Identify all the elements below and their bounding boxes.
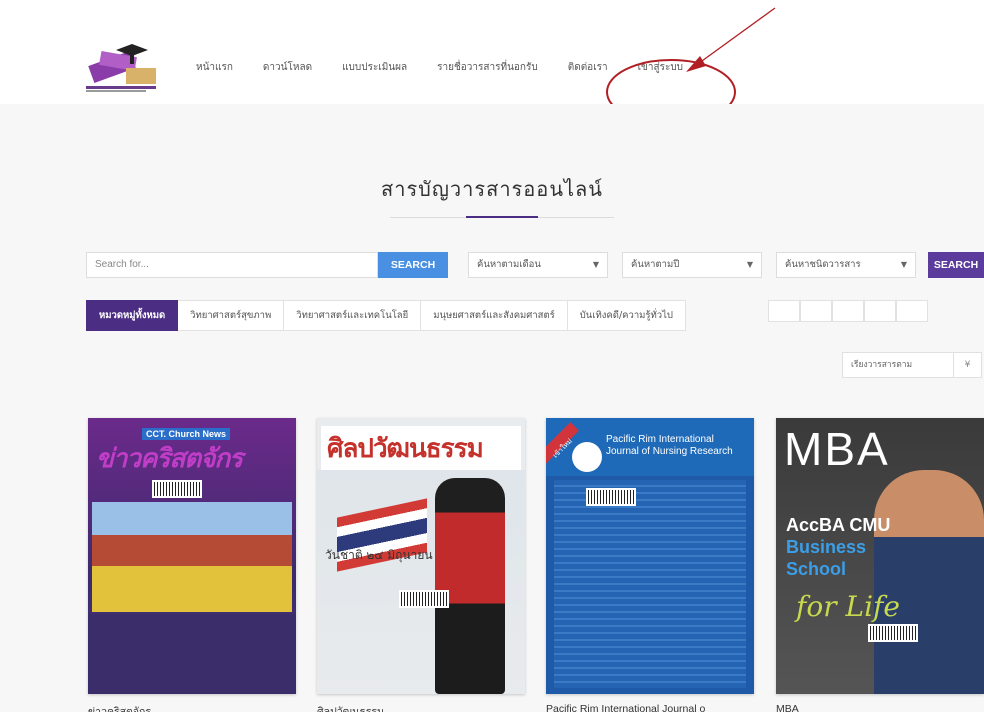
year-select[interactable]: ค้นหาตามปี ▼: [622, 252, 762, 278]
empty-tab: [832, 300, 864, 322]
cover-title: ศิลปวัฒนธรรม: [327, 434, 484, 464]
caret-down-icon: ▼: [592, 260, 599, 269]
journal-title[interactable]: ข่าวคริสตจักร: [88, 703, 296, 712]
cover-headline: AccBA CMU Business School: [786, 514, 890, 580]
tab-all-categories[interactable]: หมวดหมู่ทั้งหมด: [86, 300, 179, 331]
tab-science-technology[interactable]: วิทยาศาสตร์และเทคโนโลยี: [284, 300, 422, 331]
search-button[interactable]: SEARCH: [378, 252, 448, 278]
header: หน้าแรก ดาวน์โหลด แบบประเมินผล รายชื่อวา…: [0, 0, 984, 104]
cover-text: วันชาติ ๒๔ มิถุนายน: [325, 548, 433, 562]
journal-card[interactable]: Pacific Rim International Journal of Nur…: [546, 418, 754, 712]
caret-down-icon: ▼: [900, 260, 907, 269]
journal-cover[interactable]: MBA AccBA CMU Business School for Life: [776, 418, 984, 694]
cover-seal-icon: [572, 442, 602, 472]
journal-title[interactable]: ศิลปวัฒนธรรม: [317, 703, 525, 712]
journal-title[interactable]: MBA: [776, 703, 984, 712]
caret-down-icon: ▼: [746, 260, 753, 269]
journal-card[interactable]: CCT. Church News ข่าวคริสตจักร ข่าวคริสต…: [88, 418, 296, 712]
journal-card[interactable]: ศิลปวัฒนธรรม วันชาติ ๒๔ มิถุนายน ศิลปวัฒ…: [317, 418, 525, 712]
cover-photo: [92, 502, 292, 612]
filter-search-button[interactable]: SEARCH: [928, 252, 984, 278]
type-select-label: ค้นหาชนิดวารสาร: [785, 259, 861, 270]
sort-select[interactable]: เรียงวารสารตาม ¥: [842, 352, 982, 378]
tab-entertainment-general[interactable]: บันเทิงคดี/ความรู้ทั่วไป: [567, 300, 686, 331]
year-select-label: ค้นหาตามปี: [631, 259, 680, 270]
cover-title: Pacific Rim International Journal of Nur…: [606, 434, 733, 457]
empty-tab: [896, 300, 928, 322]
journal-cover[interactable]: Pacific Rim International Journal of Nur…: [546, 418, 754, 694]
nav-home[interactable]: หน้าแรก: [196, 60, 233, 75]
tab-health-science[interactable]: วิทยาศาสตร์สุขภาพ: [178, 300, 285, 331]
empty-tab: [800, 300, 832, 322]
nav-download[interactable]: ดาวน์โหลด: [263, 60, 312, 75]
empty-tab-slots: [768, 300, 928, 322]
cover-figure: [435, 478, 505, 694]
barcode-icon: [586, 488, 636, 506]
cover-line-2: Business: [786, 537, 867, 557]
journal-cover[interactable]: CCT. Church News ข่าวคริสตจักร: [88, 418, 296, 694]
journal-card[interactable]: MBA AccBA CMU Business School for Life M…: [776, 418, 984, 712]
cover-title-box: ศิลปวัฒนธรรม: [321, 426, 521, 470]
journal-title[interactable]: Pacific Rim International Journal o: [546, 703, 754, 712]
cover-line-3: School: [786, 559, 847, 579]
cover-title: MBA: [784, 423, 890, 475]
site-logo[interactable]: [86, 40, 172, 94]
title-accent-underline: [466, 216, 538, 218]
category-tabs: หมวดหมู่ทั้งหมด วิทยาศาสตร์สุขภาพ วิทยาศ…: [86, 300, 686, 331]
cover-bottom: [88, 614, 296, 694]
search-input[interactable]: Search for...: [86, 252, 378, 278]
month-select[interactable]: ค้นหาตามเดือน ▼: [468, 252, 608, 278]
page-title: สารบัญวารสารออนไลน์: [381, 177, 603, 201]
journal-cover[interactable]: ศิลปวัฒนธรรม วันชาติ ๒๔ มิถุนายน: [317, 418, 525, 694]
barcode-icon: [399, 590, 449, 608]
empty-tab: [864, 300, 896, 322]
type-select[interactable]: ค้นหาชนิดวารสาร ▼: [776, 252, 916, 278]
barcode-icon: [868, 624, 918, 642]
cover-portrait: [874, 470, 984, 694]
main-nav: หน้าแรก ดาวน์โหลด แบบประเมินผล รายชื่อวา…: [196, 60, 713, 75]
sort-caret-icon: ¥: [953, 353, 981, 377]
nav-evaluation[interactable]: แบบประเมินผล: [342, 60, 407, 75]
barcode-icon: [152, 480, 202, 498]
month-select-label: ค้นหาตามเดือน: [477, 259, 541, 270]
sort-select-label: เรียงวารสารตาม: [851, 360, 913, 370]
empty-tab: [768, 300, 800, 322]
cover-title: ข่าวคริสตจักร: [96, 444, 243, 474]
cover-contents: [554, 480, 746, 688]
nav-contact[interactable]: ติดต่อเรา: [568, 60, 608, 75]
nav-login[interactable]: เข้าสู่ระบบ: [638, 60, 683, 75]
cover-tagline: for Life: [796, 590, 900, 623]
tab-humanities-social[interactable]: มนุษยศาสตร์และสังคมศาสตร์: [421, 300, 568, 331]
cover-line-1: AccBA CMU: [786, 515, 891, 535]
nav-journal-list[interactable]: รายชื่อวารสารที่นอกรับ: [437, 60, 538, 75]
